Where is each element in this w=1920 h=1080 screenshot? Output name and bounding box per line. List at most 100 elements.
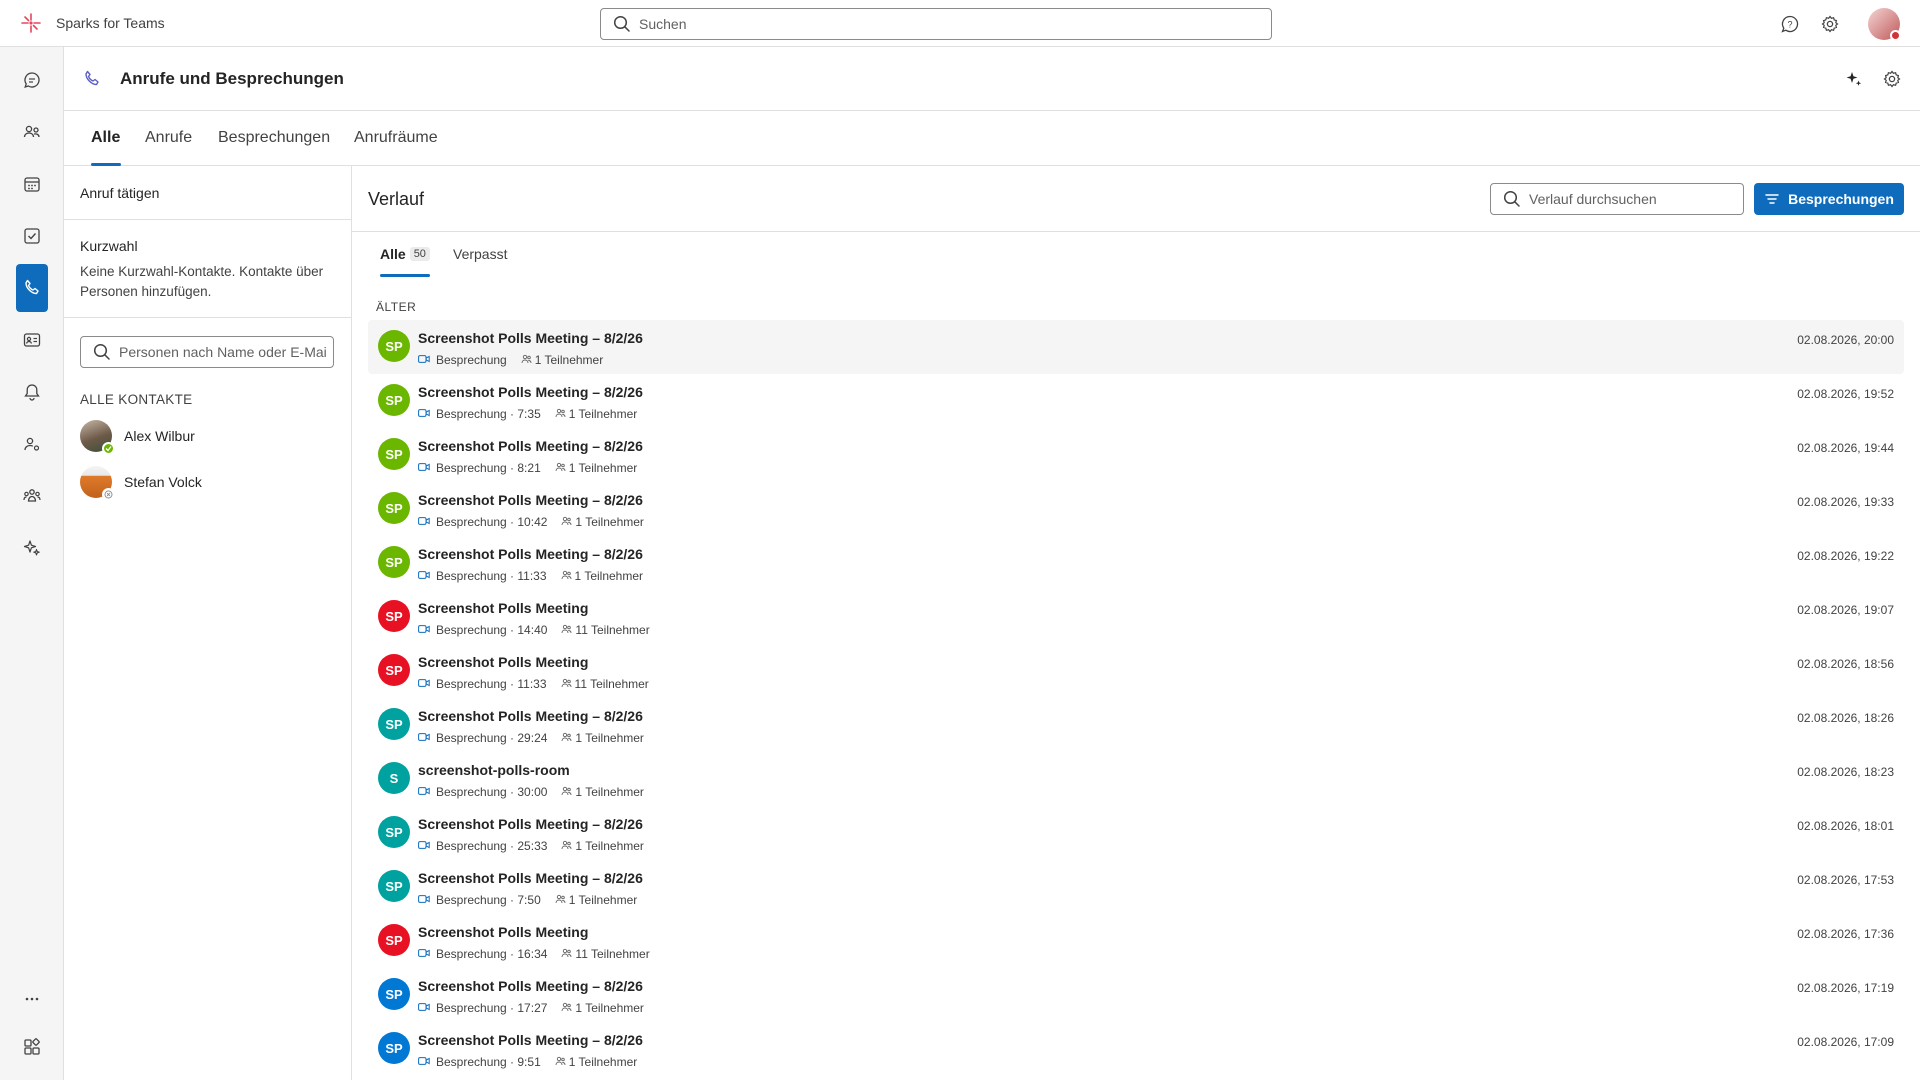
participant-count: 1 Teilnehmer (568, 407, 638, 421)
page-title: Anrufe und Besprechungen (120, 69, 344, 88)
tab-meetings[interactable]: Besprechungen (218, 129, 330, 147)
meeting-type-duration: Besprechung · 30:00 (436, 785, 548, 799)
rail-chat-icon[interactable] (16, 56, 48, 104)
all-contacts-heading: ALLE KONTAKTE (80, 392, 193, 407)
meeting-meta: Besprechung · 7:35 1 Teilnehmer (418, 407, 637, 421)
avatar: SP (378, 924, 410, 956)
video-camera-icon (418, 1055, 430, 1069)
meeting-type-duration: Besprechung · 16:34 (436, 947, 548, 961)
participant-count: 1 Teilnehmer (575, 839, 644, 853)
history-row[interactable]: SP Screenshot Polls Meeting – 8/2/26 Bespr… (368, 536, 1904, 590)
tab-call-rooms[interactable]: Anrufräume (354, 129, 438, 147)
calls-settings-gear-icon[interactable] (1882, 69, 1902, 89)
rail-calls-icon[interactable] (16, 264, 48, 312)
meeting-title: Screenshot Polls Meeting – 8/2/26 (418, 546, 643, 562)
history-row[interactable]: SP Screenshot Polls Meeting – 8/2/26 Bespr… (368, 806, 1904, 860)
participants-icon (561, 515, 572, 529)
rail-people-icon[interactable] (16, 108, 48, 156)
participant-count: 11 Teilnehmer (575, 947, 650, 961)
meeting-meta: Besprechung · 9:51 1 Teilnehmer (418, 1055, 637, 1069)
main-tabs: Alle Anrufe Besprechungen Anrufräume (64, 111, 1920, 166)
rail-more-icon[interactable] (16, 975, 48, 1023)
rail-people-settings-icon[interactable] (16, 420, 48, 468)
meeting-title: Screenshot Polls Meeting (418, 600, 589, 616)
copilot-sparkle-icon[interactable] (1844, 69, 1864, 89)
avatar: SP (378, 870, 410, 902)
meeting-title: Screenshot Polls Meeting – 8/2/26 (418, 492, 643, 508)
svg-text:?: ? (1787, 20, 1792, 30)
contact-item[interactable]: Alex Wilbur (80, 420, 195, 455)
make-call-button[interactable]: Anruf tätigen (64, 166, 352, 220)
history-row[interactable]: SP Screenshot Polls Meeting – 8/2/26 Bespr… (368, 482, 1904, 536)
rail-calendar-icon[interactable] (16, 160, 48, 208)
user-avatar[interactable] (1868, 8, 1901, 41)
video-camera-icon (418, 677, 430, 691)
contact-item[interactable]: Stefan Volck (80, 466, 202, 501)
busy-presence-icon (1890, 30, 1901, 41)
history-row[interactable]: SP Screenshot Polls Meeting – 8/2/26 Bespr… (368, 698, 1904, 752)
meetings-filter-button[interactable]: Besprechungen (1754, 183, 1904, 215)
people-search-input[interactable]: Personen nach Name oder E-Mai (80, 336, 334, 368)
meeting-title: Screenshot Polls Meeting – 8/2/26 (418, 330, 643, 346)
avatar: SP (378, 654, 410, 686)
history-list: SP Screenshot Polls Meeting – 8/2/26 Bespr… (368, 320, 1904, 1076)
meeting-meta: Besprechung · 14:40 11 Teilnehmer (418, 623, 650, 637)
meeting-meta: Besprechung · 11:33 11 Teilnehmer (418, 677, 649, 691)
history-header: Verlauf Verlauf durchsuchen Besprechunge… (352, 166, 1920, 232)
rail-activity-bell-icon[interactable] (16, 368, 48, 416)
filter-icon (1765, 194, 1779, 204)
history-row[interactable]: SP Screenshot Polls Meeting Besprechung · … (368, 590, 1904, 644)
participant-count: 1 Teilnehmer (568, 893, 638, 907)
history-row[interactable]: SP Screenshot Polls Meeting – 8/2/26 Bespr… (368, 968, 1904, 1022)
history-title: Verlauf (368, 189, 425, 209)
tab-calls[interactable]: Anrufe (145, 129, 192, 147)
subtab-missed[interactable]: Verpasst (453, 246, 507, 262)
rail-copilot-sparkle-icon[interactable] (16, 524, 48, 572)
video-camera-icon (418, 353, 430, 367)
meeting-meta: Besprechung · 7:50 1 Teilnehmer (418, 893, 637, 907)
video-camera-icon (418, 515, 430, 529)
rail-apps-icon[interactable] (16, 1023, 48, 1071)
tab-all[interactable]: Alle (91, 129, 120, 147)
rail-contact-card-icon[interactable] (16, 316, 48, 364)
count-badge: 50 (409, 247, 430, 261)
avatar: SP (378, 978, 410, 1010)
rail-teams-icon[interactable] (16, 472, 48, 520)
meeting-timestamp: 02.08.2026, 17:53 (1797, 873, 1894, 887)
avatar: SP (378, 384, 410, 416)
people-search-placeholder: Personen nach Name oder E-Mai (119, 344, 327, 360)
meeting-title: Screenshot Polls Meeting – 8/2/26 (418, 870, 643, 886)
participant-count: 1 Teilnehmer (568, 1055, 638, 1069)
history-row[interactable]: SP Screenshot Polls Meeting Besprechung · … (368, 644, 1904, 698)
participants-icon (555, 407, 566, 421)
page-header: Anrufe und Besprechungen (64, 47, 1920, 111)
history-row[interactable]: SP Screenshot Polls Meeting – 8/2/26 Bespr… (368, 374, 1904, 428)
help-icon[interactable]: ? (1778, 12, 1802, 36)
top-actions: ? (1778, 8, 1901, 41)
settings-gear-icon[interactable] (1818, 12, 1842, 36)
header-actions (1844, 69, 1902, 89)
video-camera-icon (418, 893, 430, 907)
history-row[interactable]: SP Screenshot Polls Meeting – 8/2/26 Bespr… (368, 1022, 1904, 1076)
history-row[interactable]: SP Screenshot Polls Meeting – 8/2/26 Bespr… (368, 860, 1904, 914)
meeting-timestamp: 02.08.2026, 19:33 (1797, 495, 1894, 509)
search-icon (93, 343, 110, 360)
avatar: SP (378, 330, 410, 362)
meeting-title: Screenshot Polls Meeting – 8/2/26 (418, 1032, 643, 1048)
rail-tasks-icon[interactable] (16, 212, 48, 260)
meeting-timestamp: 02.08.2026, 18:01 (1797, 819, 1894, 833)
meeting-type-duration: Besprechung · 9:51 (436, 1055, 541, 1069)
history-row[interactable]: SP Screenshot Polls Meeting – 8/2/26 Bespr… (368, 428, 1904, 482)
meeting-title: Screenshot Polls Meeting – 8/2/26 (418, 816, 643, 832)
global-search-input[interactable]: Suchen (600, 8, 1272, 40)
meeting-meta: Besprechung · 16:34 11 Teilnehmer (418, 947, 650, 961)
participants-icon (561, 623, 572, 637)
title-bar: Sparks for Teams Suchen ? (0, 0, 1920, 47)
history-row[interactable]: SP Screenshot Polls Meeting Besprechung · … (368, 914, 1904, 968)
subtab-all[interactable]: Alle 50 (380, 246, 430, 262)
history-search-input[interactable]: Verlauf durchsuchen (1490, 183, 1744, 215)
history-row[interactable]: SP Screenshot Polls Meeting – 8/2/26 Bespr… (368, 320, 1904, 374)
meeting-timestamp: 02.08.2026, 19:22 (1797, 549, 1894, 563)
video-camera-icon (418, 947, 430, 961)
history-row[interactable]: Sscreenshot-polls-room Besprechung · 30:0… (368, 752, 1904, 806)
